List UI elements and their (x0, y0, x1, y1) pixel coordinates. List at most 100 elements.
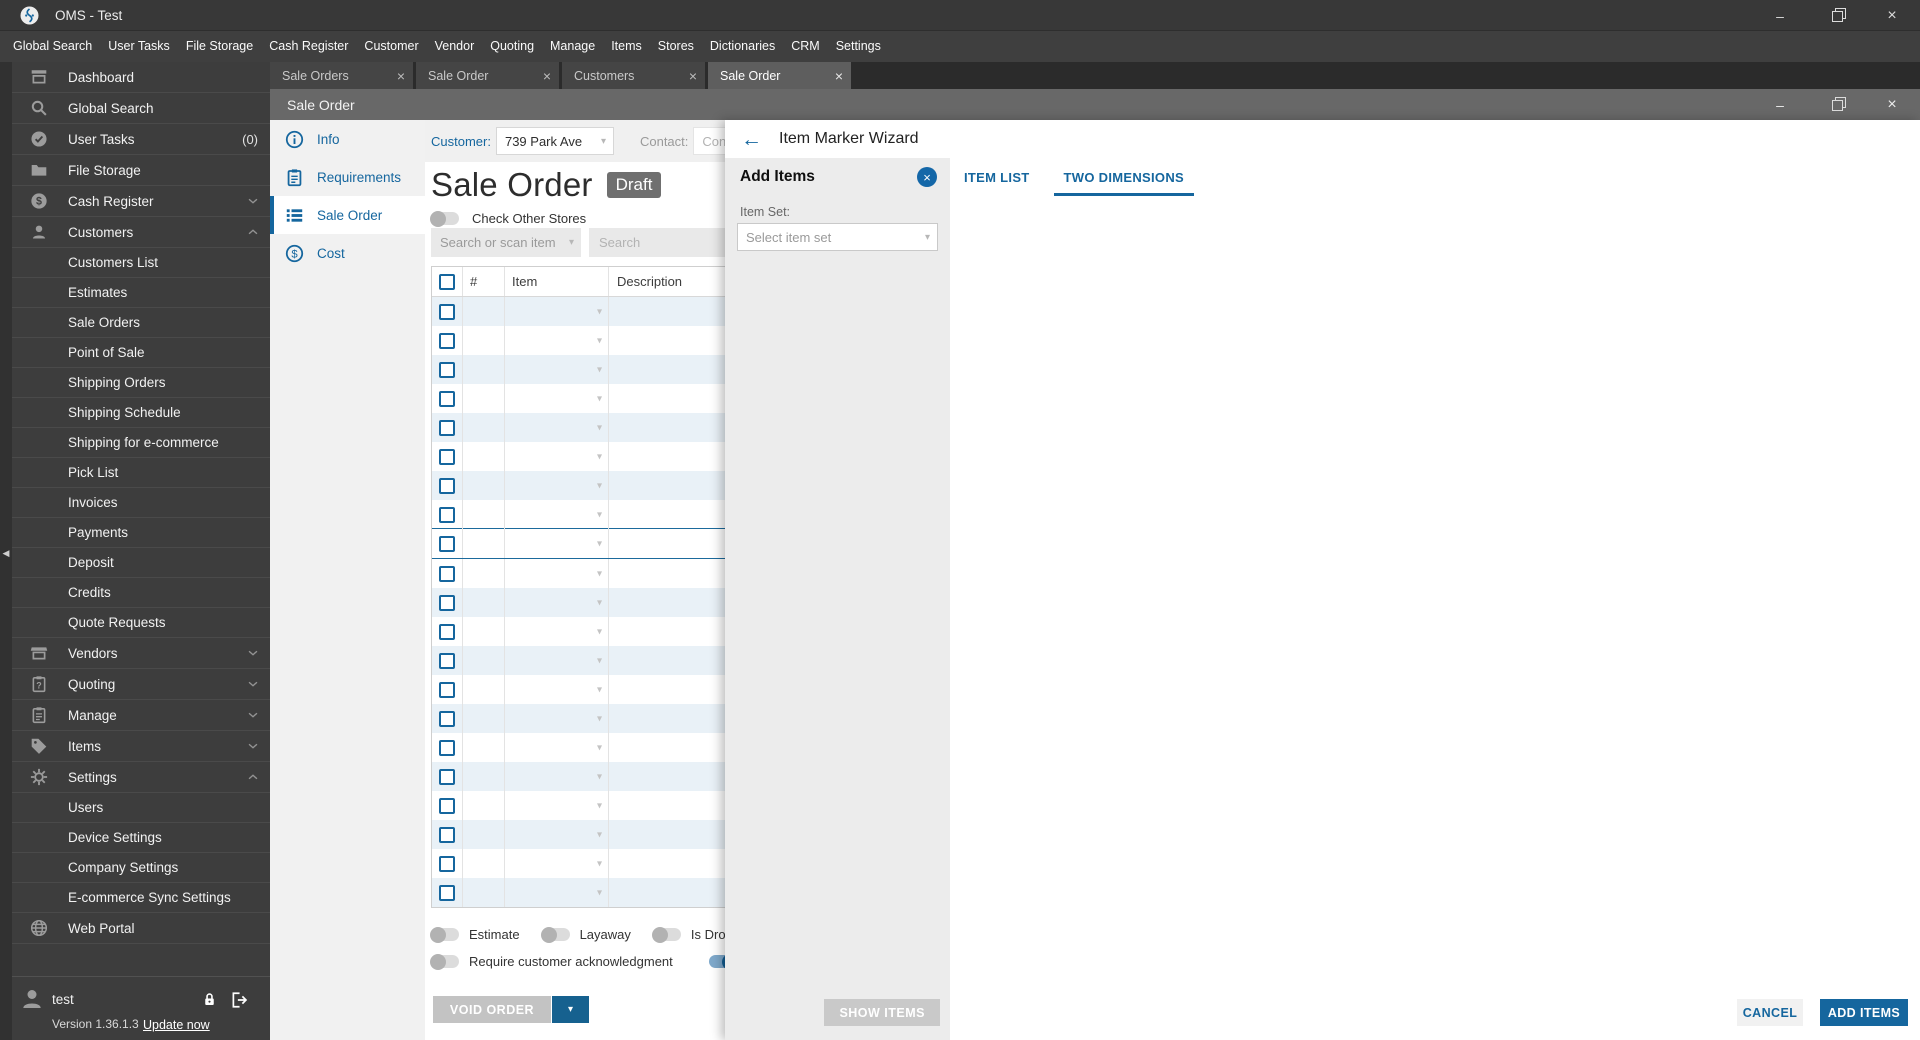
row-item-cell[interactable]: ▾ (504, 791, 608, 820)
inner-close-icon[interactable]: × (1864, 89, 1920, 120)
document-tab-sale-orders-0[interactable]: Sale Orders × (270, 62, 413, 89)
menu-item-user-tasks[interactable]: User Tasks (100, 31, 178, 62)
sidebar-item-invoices[interactable]: Invoices (12, 488, 270, 518)
wizard-tab-item-list[interactable]: ITEM LIST (962, 158, 1032, 196)
close-circle-icon[interactable]: × (917, 167, 937, 187)
row-item-cell[interactable]: ▾ (504, 326, 608, 355)
inner-restore-icon[interactable] (1808, 89, 1864, 120)
restore-icon[interactable] (1808, 0, 1864, 31)
row-item-cell[interactable]: ▾ (504, 297, 608, 326)
menu-item-file-storage[interactable]: File Storage (178, 31, 261, 62)
sidebar-item-cash-register[interactable]: $ Cash Register (12, 186, 270, 217)
row-checkbox[interactable] (439, 739, 455, 756)
lock-icon[interactable] (201, 991, 218, 1008)
row-item-cell[interactable]: ▾ (504, 675, 608, 704)
sidebar-item-customers-list[interactable]: Customers List (12, 248, 270, 278)
menu-item-vendor[interactable]: Vendor (427, 31, 483, 62)
void-order-button[interactable]: VOID ORDER (433, 996, 551, 1023)
row-checkbox[interactable] (439, 448, 455, 465)
row-item-cell[interactable]: ▾ (504, 820, 608, 849)
row-checkbox[interactable] (439, 390, 455, 407)
sidebar-item-e-commerce-sync-settings[interactable]: E-commerce Sync Settings (12, 883, 270, 913)
sidebar-item-manage[interactable]: Manage (12, 700, 270, 731)
sidebar-item-shipping-orders[interactable]: Shipping Orders (12, 368, 270, 398)
menu-item-cash-register[interactable]: Cash Register (261, 31, 356, 62)
toggle-require-customer-acknowledgment[interactable] (430, 953, 459, 970)
void-order-menu-button[interactable]: ▾ (552, 996, 589, 1023)
sidebar-item-global-search[interactable]: Global Search (12, 93, 270, 124)
row-item-cell[interactable]: ▾ (504, 355, 608, 384)
row-item-cell[interactable]: ▾ (504, 878, 608, 907)
row-item-cell[interactable]: ▾ (504, 849, 608, 878)
sidebar-item-credits[interactable]: Credits (12, 578, 270, 608)
sidebar-collapse-arrow-icon[interactable]: ◀ (0, 544, 12, 562)
sidebar-item-shipping-for-e-commerce[interactable]: Shipping for e-commerce (12, 428, 270, 458)
logout-icon[interactable] (230, 991, 248, 1009)
menu-item-quoting[interactable]: Quoting (482, 31, 542, 62)
document-tab-sale-order-3[interactable]: Sale Order × (708, 62, 851, 89)
row-checkbox[interactable] (439, 303, 455, 320)
sidebar-item-settings[interactable]: Settings (12, 762, 270, 793)
row-item-cell[interactable]: ▾ (504, 500, 608, 529)
minimize-icon[interactable]: – (1752, 0, 1808, 31)
section-nav-info[interactable]: Info (270, 120, 425, 158)
tab-close-icon[interactable]: × (689, 69, 697, 83)
sidebar-item-point-of-sale[interactable]: Point of Sale (12, 338, 270, 368)
check-other-stores-toggle[interactable] (430, 210, 459, 227)
sidebar-item-users[interactable]: Users (12, 793, 270, 823)
row-item-cell[interactable]: ▾ (504, 704, 608, 733)
select-all-checkbox[interactable] (439, 273, 455, 290)
sidebar-item-items[interactable]: Items (12, 731, 270, 762)
sidebar-item-sale-orders[interactable]: Sale Orders (12, 308, 270, 338)
wizard-tab-two-dimensions[interactable]: TWO DIMENSIONS (1053, 158, 1195, 196)
row-checkbox[interactable] (439, 710, 455, 727)
back-arrow-icon[interactable]: ← (741, 129, 762, 150)
toggle-is-dropship[interactable] (651, 926, 681, 943)
row-item-cell[interactable]: ▾ (504, 442, 608, 471)
sidebar-item-vendors[interactable]: Vendors (12, 638, 270, 669)
section-nav-sale-order[interactable]: Sale Order (270, 196, 425, 234)
show-items-button[interactable]: SHOW ITEMS (824, 999, 940, 1026)
sidebar-item-estimates[interactable]: Estimates (12, 278, 270, 308)
menu-item-settings[interactable]: Settings (828, 31, 889, 62)
menu-item-crm[interactable]: CRM (783, 31, 827, 62)
row-checkbox[interactable] (439, 826, 455, 843)
row-item-cell[interactable]: ▾ (504, 762, 608, 791)
row-checkbox[interactable] (439, 623, 455, 640)
row-checkbox[interactable] (439, 361, 455, 378)
sidebar-item-company-settings[interactable]: Company Settings (12, 853, 270, 883)
sidebar-item-deposit[interactable]: Deposit (12, 548, 270, 578)
row-item-cell[interactable]: ▾ (504, 529, 608, 558)
close-icon[interactable]: × (1864, 0, 1920, 31)
row-checkbox[interactable] (439, 681, 455, 698)
menu-item-stores[interactable]: Stores (650, 31, 702, 62)
sidebar-item-pick-list[interactable]: Pick List (12, 458, 270, 488)
menu-item-global-search[interactable]: Global Search (5, 31, 100, 62)
menu-item-customer[interactable]: Customer (356, 31, 426, 62)
update-now-link[interactable]: Update now (143, 1018, 210, 1032)
item-search-mode-select[interactable]: Search or scan item ▾ (431, 228, 581, 257)
inner-minimize-icon[interactable]: – (1752, 89, 1808, 120)
toggle-estimate[interactable] (430, 926, 459, 943)
sidebar-item-quote-requests[interactable]: Quote Requests (12, 608, 270, 638)
document-tab-sale-order-1[interactable]: Sale Order × (416, 62, 559, 89)
row-item-cell[interactable]: ▾ (504, 384, 608, 413)
section-nav-cost[interactable]: $ Cost (270, 234, 425, 272)
row-checkbox[interactable] (439, 419, 455, 436)
row-checkbox[interactable] (439, 768, 455, 785)
toggle-layaway[interactable] (540, 926, 570, 943)
row-checkbox[interactable] (439, 594, 455, 611)
customer-select[interactable]: 739 Park Ave ▾ (495, 127, 614, 155)
add-items-button[interactable]: ADD ITEMS (1820, 999, 1908, 1026)
row-item-cell[interactable]: ▾ (504, 559, 608, 588)
document-tab-customers-2[interactable]: Customers × (562, 62, 705, 89)
row-item-cell[interactable]: ▾ (504, 646, 608, 675)
row-item-cell[interactable]: ▾ (504, 588, 608, 617)
tab-close-icon[interactable]: × (397, 69, 405, 83)
tab-close-icon[interactable]: × (543, 69, 551, 83)
sidebar-item-user-tasks[interactable]: User Tasks (0) (12, 124, 270, 155)
menu-item-manage[interactable]: Manage (542, 31, 603, 62)
row-checkbox[interactable] (439, 477, 455, 494)
sidebar-item-payments[interactable]: Payments (12, 518, 270, 548)
sidebar-item-shipping-schedule[interactable]: Shipping Schedule (12, 398, 270, 428)
